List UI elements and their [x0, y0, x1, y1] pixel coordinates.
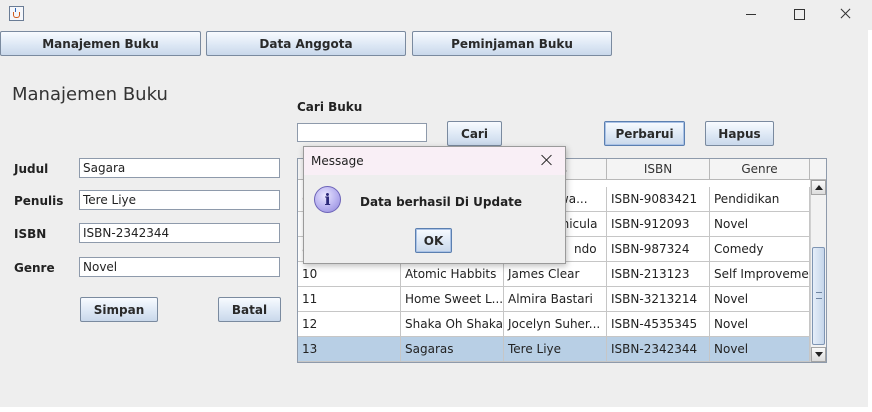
- table-cell: Shaka Oh Shaka: [401, 312, 504, 337]
- scroll-up-arrow-icon[interactable]: [811, 180, 826, 195]
- table-cell: 11: [298, 287, 401, 312]
- scroll-down-arrow-icon[interactable]: [811, 347, 826, 362]
- isbn-label: ISBN: [14, 227, 47, 241]
- table-row[interactable]: 12 Shaka Oh Shaka Jocelyn Suher... ISBN-…: [298, 312, 810, 337]
- close-icon[interactable]: [540, 153, 554, 167]
- table-cell: Comedy: [710, 237, 810, 262]
- column-header-isbn[interactable]: ISBN: [607, 159, 710, 180]
- table-cell: ISBN-2342344: [607, 337, 710, 362]
- penulis-field[interactable]: Tere Liye: [79, 190, 280, 210]
- genre-label: Genre: [14, 261, 55, 275]
- table-cell: Novel: [710, 312, 810, 337]
- table-cell: 12: [298, 312, 401, 337]
- table-cell: ISBN-4535345: [607, 312, 710, 337]
- judul-label: Judul: [14, 162, 49, 176]
- java-cup-icon: [9, 6, 24, 21]
- update-button[interactable]: Perbarui: [604, 121, 685, 146]
- table-cell: ISBN-213123: [607, 262, 710, 287]
- table-cell: ISBN-987324: [607, 237, 710, 262]
- cancel-button[interactable]: Batal: [218, 297, 281, 322]
- ok-button[interactable]: OK: [415, 228, 452, 253]
- penulis-label: Penulis: [14, 194, 64, 208]
- table-cell: Self Improveme...: [710, 262, 810, 287]
- table-cell: ISBN-3213214: [607, 287, 710, 312]
- table-cell: Home Sweet L...: [401, 287, 504, 312]
- maximize-button[interactable]: [776, 0, 822, 30]
- delete-button[interactable]: Hapus: [705, 121, 774, 146]
- search-button[interactable]: Cari: [447, 121, 502, 146]
- table-cell: Pendidikan: [710, 187, 810, 212]
- minimize-button[interactable]: [728, 0, 774, 30]
- search-input[interactable]: [297, 123, 427, 142]
- genre-field[interactable]: Novel: [79, 257, 280, 277]
- table-row[interactable]: 11 Home Sweet L... Almira Bastari ISBN-3…: [298, 287, 810, 312]
- info-icon: i: [314, 186, 341, 213]
- save-button[interactable]: Simpan: [80, 297, 158, 322]
- nav-manajemen-buku-button[interactable]: Manajemen Buku: [0, 31, 201, 56]
- table-cell: James Clear: [504, 262, 607, 287]
- table-cell: Tere Liye: [504, 337, 607, 362]
- table-cell: Almira Bastari: [504, 287, 607, 312]
- page-title: Manajemen Buku: [12, 84, 168, 105]
- window-edge-bottom: [0, 407, 872, 412]
- close-window-button[interactable]: [822, 0, 868, 30]
- table-cell: ISBN-912093: [607, 212, 710, 237]
- title-bar: [0, 0, 872, 30]
- table-cell: Novel: [710, 287, 810, 312]
- message-dialog: Message i Data berhasil Di Update OK: [303, 146, 566, 264]
- search-label: Cari Buku: [297, 100, 363, 114]
- table-cell: Novel: [710, 212, 810, 237]
- table-cell: Atomic Habbits: [401, 262, 504, 287]
- table-row[interactable]: 10 Atomic Habbits James Clear ISBN-21312…: [298, 262, 810, 287]
- table-cell: Sagaras: [401, 337, 504, 362]
- scroll-thumb[interactable]: [812, 247, 825, 345]
- table-cell: 13: [298, 337, 401, 362]
- dialog-message: Data berhasil Di Update: [360, 195, 523, 209]
- table-scrollbar[interactable]: [810, 180, 826, 362]
- table-row-selected[interactable]: 13 Sagaras Tere Liye ISBN-2342344 Novel: [298, 337, 810, 362]
- column-header-genre[interactable]: Genre: [710, 159, 810, 180]
- isbn-field[interactable]: ISBN-2342344: [79, 223, 280, 243]
- table-cell: Novel: [710, 337, 810, 362]
- window-edge-right: [868, 30, 872, 412]
- nav-data-anggota-button[interactable]: Data Anggota: [206, 31, 406, 56]
- dialog-title: Message: [304, 147, 565, 175]
- judul-field[interactable]: Sagara: [79, 158, 280, 178]
- table-cell: 10: [298, 262, 401, 287]
- table-cell: Jocelyn Suher...: [504, 312, 607, 337]
- table-cell: ISBN-9083421: [607, 187, 710, 212]
- nav-peminjaman-buku-button[interactable]: Peminjaman Buku: [412, 31, 612, 56]
- table-corner: [810, 159, 826, 180]
